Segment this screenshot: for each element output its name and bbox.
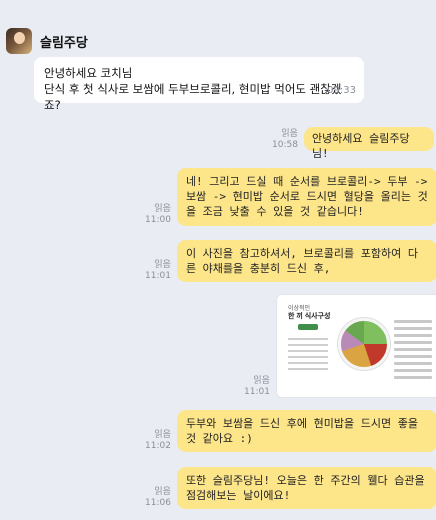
message-meta: 읽음 11:01 — [145, 260, 171, 282]
message-bubble[interactable]: 이 사진을 참고하셔서, 브로콜리를 포함하여 다른 야채를을 충분히 드신 후… — [176, 240, 436, 282]
sender-header: 슬림주당 — [6, 28, 88, 54]
message-meta: 읽음 10:58 — [272, 129, 298, 151]
outgoing-message: 읽음 11:02 두부와 보쌈을 드신 후에 현미밥을 드시면 좋을 것 같아요… — [145, 410, 436, 452]
message-bubble[interactable]: 네! 그리고 드실 때 순서를 브로콜리-> 두부 -> 보쌈 -> 현미밥 순… — [176, 168, 436, 226]
sender-name: 슬림주당 — [40, 35, 88, 51]
message-bubble[interactable]: 또한 슬림주당님! 오늘은 한 주간의 웰다 습관을 점검해보는 날이에요! — [176, 467, 436, 509]
read-receipt: 읽음 — [154, 204, 171, 214]
message-meta: 읽음 11:00 — [145, 204, 171, 226]
incoming-message[interactable]: 안녕하세요 코치님 단식 후 첫 식사로 보쌈에 두부브로콜리, 현미밥 먹어도… — [34, 57, 364, 112]
image-left-text — [287, 338, 328, 374]
message-timestamp: 10:58 — [272, 140, 298, 150]
message-timestamp: 11:01 — [244, 387, 270, 397]
image-subtitle: 한 끼 식사구성 — [287, 313, 331, 320]
image-right-text — [393, 320, 432, 383]
read-receipt: 읽음 — [253, 376, 270, 386]
outgoing-message: 읽음 10:58 안녕하세요 슬림주당님! — [272, 127, 434, 160]
message-bubble[interactable]: 두부와 보쌈을 드신 후에 현미밥을 드시면 좋을 것 같아요 :) — [176, 410, 436, 452]
incoming-timestamp: 09:33 — [327, 85, 356, 96]
message-meta: 읽음 11:06 — [145, 487, 171, 509]
image-tag — [297, 324, 318, 330]
message-timestamp: 11:01 — [145, 271, 171, 281]
outgoing-message: 읽음 11:06 또한 슬림주당님! 오늘은 한 주간의 웰다 습관을 점검해보… — [145, 467, 436, 509]
message-meta: 읽음 11:02 — [145, 430, 171, 452]
message-timestamp: 11:00 — [145, 215, 171, 225]
message-timestamp: 11:06 — [145, 498, 171, 508]
outgoing-message: 읽음 11:00 네! 그리고 드실 때 순서를 브로콜리-> 두부 -> 보쌈… — [145, 168, 436, 226]
message-bubble[interactable]: 안녕하세요 슬림주당님! — [303, 127, 434, 160]
avatar[interactable] — [6, 28, 32, 54]
outgoing-message: 읽음 11:01 이 사진을 참고하셔서, 브로콜리를 포함하여 다른 야채를을… — [145, 240, 436, 282]
read-receipt: 읽음 — [154, 487, 171, 497]
message-meta: 읽음 11:01 — [244, 376, 270, 398]
incoming-line-2: 단식 후 첫 식사로 보쌈에 두부브로콜리, 현미밥 먹어도 괜찮겠죠? — [44, 82, 342, 112]
incoming-line-1: 안녕하세요 코치님 — [44, 66, 133, 80]
message-timestamp: 11:02 — [145, 441, 171, 451]
plate-illustration — [337, 318, 390, 370]
read-receipt: 읽음 — [154, 430, 171, 440]
meal-guide-image[interactable]: 이상적인 한 끼 식사구성 — [275, 294, 436, 398]
outgoing-image-message: 읽음 11:01 이상적인 한 끼 식사구성 — [244, 294, 436, 398]
read-receipt: 읽음 — [154, 260, 171, 270]
chat-window: 슬림주당 안녕하세요 코치님 단식 후 첫 식사로 보쌈에 두부브로콜리, 현미… — [0, 0, 436, 520]
read-receipt: 읽음 — [281, 129, 298, 139]
